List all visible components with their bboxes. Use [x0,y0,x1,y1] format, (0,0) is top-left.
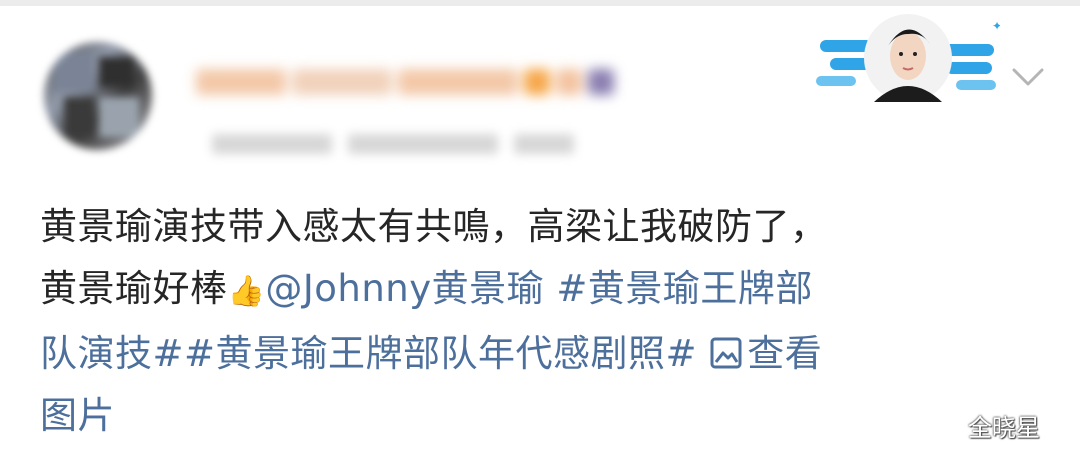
watermark: 全晓星 [968,414,1040,442]
hashtag-link[interactable]: #黄景瑜王牌部队年代感剧照# [184,332,697,375]
post-text-line: 黄景瑜好棒👍@Johnny黄景瑜 #黄景瑜王牌部 [40,258,1030,323]
vip-badge-icon [524,69,550,95]
view-image-link[interactable]: 查看 [709,332,822,375]
image-icon [710,337,742,369]
thumbs-up-icon: 👍 [227,274,266,309]
decoration-card: ✦ [816,14,1000,102]
member-badge-icon [588,69,614,95]
hashtag-link[interactable]: #黄景瑜王牌部 [544,267,813,310]
post-content: 黄景瑜演技带入感太有共鳴，高梁让我破防了， 黄景瑜好棒👍@Johnny黄景瑜 #… [40,196,1030,447]
post-meta [196,128,596,160]
author-name[interactable] [190,58,710,106]
post-text-line: 队演技##黄景瑜王牌部队年代感剧照# 查看 [40,323,1030,385]
post-text-line: 黄景瑜演技带入感太有共鳴，高梁让我破防了， [40,205,828,248]
avatar[interactable] [44,42,152,150]
top-divider [0,0,1080,6]
view-image-link[interactable]: 图片 [40,385,1030,447]
svg-text:✦: ✦ [992,19,1000,33]
level-badge-icon [556,69,582,95]
mention-link[interactable]: @Johnny黄景瑜 [265,267,544,310]
hashtag-link[interactable]: 队演技# [40,332,184,375]
chevron-down-icon[interactable] [1008,62,1048,90]
